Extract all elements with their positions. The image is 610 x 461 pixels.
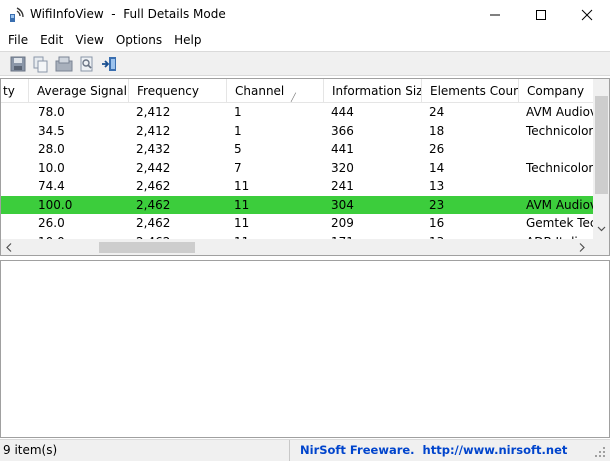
table-row[interactable]: 78.0 2,412 1 444 24 AVM Audiovi <box>1 103 594 122</box>
menu-view[interactable]: View <box>69 30 109 50</box>
cell-information-size: 241 <box>331 179 354 193</box>
exit-icon[interactable] <box>101 55 119 73</box>
cell-average-signal: 74.4 <box>38 179 65 193</box>
menu-options[interactable]: Options <box>110 30 168 50</box>
title-bar: WifiInfoView - Full Details Mode <box>0 0 610 30</box>
cell-elements-count: 23 <box>429 197 445 212</box>
scroll-right-icon[interactable] <box>578 242 586 253</box>
cell-company: Gemtek Tech <box>526 216 594 230</box>
minimize-button[interactable] <box>472 0 518 30</box>
cell-elements-count: 16 <box>429 216 445 230</box>
cell-frequency: 2,442 <box>136 160 171 175</box>
cell-company <box>517 140 594 158</box>
column-header-channel[interactable]: Channel ╱ <box>227 79 324 103</box>
cell-channel: 5 <box>234 142 242 156</box>
cell-information-size: 320 <box>331 160 354 175</box>
cell-elements-count: 24 <box>429 105 445 119</box>
vertical-scroll-thumb[interactable] <box>595 96 608 194</box>
table-row[interactable]: 28.0 2,432 5 441 26 <box>1 140 594 159</box>
column-header-security[interactable]: ty <box>1 79 29 103</box>
table-row-selected[interactable]: 100.0 2,462 11 304 23 AVM Audiovi <box>1 195 594 214</box>
scrollbar-corner <box>593 239 609 255</box>
cell-frequency: 2,462 <box>136 216 171 230</box>
table-row[interactable]: 10.0 2,442 7 320 14 Technicolor <box>1 159 594 178</box>
cell-average-signal: 28.0 <box>38 142 65 156</box>
table-row[interactable]: 34.5 2,412 1 366 18 Technicolor <box>1 122 594 141</box>
menu-file[interactable]: File <box>2 30 34 50</box>
horizontal-scrollbar[interactable] <box>1 239 593 255</box>
column-header-elements-count[interactable]: Elements Count <box>422 79 519 103</box>
column-header-frequency[interactable]: Frequency <box>129 79 227 103</box>
cell-company <box>517 177 594 195</box>
maximize-icon <box>536 10 546 20</box>
cell-company: Technicolor <box>526 123 594 138</box>
cell-channel: 1 <box>234 105 242 119</box>
cell-company: AVM Audiovi <box>526 197 594 212</box>
list-rows: 78.0 2,412 1 444 24 AVM Audiovi 34.5 2,4… <box>1 103 594 242</box>
cell-average-signal: 10.0 <box>38 160 65 175</box>
scroll-down-icon[interactable] <box>597 225 606 233</box>
cell-average-signal: 34.5 <box>38 123 65 138</box>
table-row[interactable]: 74.4 2,462 11 241 13 <box>1 177 594 196</box>
column-header-channel-label: Channel <box>235 84 285 98</box>
nirsoft-link[interactable]: NirSoft Freeware. http://www.nirsoft.net <box>300 440 567 461</box>
cell-average-signal: 78.0 <box>38 105 65 119</box>
close-icon <box>581 9 593 21</box>
cell-information-size: 441 <box>331 142 354 156</box>
status-bar: 9 item(s) NirSoft Freeware. http://www.n… <box>0 439 610 461</box>
cell-channel: 7 <box>234 160 242 175</box>
find-icon[interactable] <box>78 55 96 73</box>
vertical-scrollbar[interactable] <box>593 79 609 239</box>
cell-elements-count: 18 <box>429 123 445 138</box>
close-button[interactable] <box>564 0 610 30</box>
status-item-count: 9 item(s) <box>0 440 290 461</box>
sort-ascending-icon: ╱ <box>291 93 296 102</box>
cell-average-signal: 26.0 <box>38 216 65 230</box>
cell-elements-count: 26 <box>429 142 445 156</box>
cell-channel: 11 <box>234 197 250 212</box>
save-icon[interactable] <box>9 55 27 73</box>
toolbar <box>0 51 610 76</box>
wifi-info-app-icon <box>10 7 24 22</box>
cell-information-size: 209 <box>331 216 354 230</box>
cell-frequency: 2,462 <box>136 197 171 212</box>
window-title: WifiInfoView - Full Details Mode <box>30 7 226 21</box>
cell-frequency: 2,412 <box>136 105 171 119</box>
cell-elements-count: 14 <box>429 160 445 175</box>
list-header: ty Average Signal... Frequency Channel ╱… <box>1 79 594 103</box>
cell-company: AVM Audiovi <box>526 105 594 119</box>
table-row[interactable]: 26.0 2,462 11 209 16 Gemtek Tech <box>1 214 594 233</box>
menu-bar: File Edit View Options Help <box>0 30 610 50</box>
column-header-average-signal[interactable]: Average Signal... <box>29 79 129 103</box>
scroll-left-icon[interactable] <box>5 242 13 253</box>
menu-help[interactable]: Help <box>168 30 207 50</box>
networks-list[interactable]: ty Average Signal... Frequency Channel ╱… <box>0 78 610 256</box>
cell-channel: 11 <box>234 216 250 230</box>
column-header-information-size[interactable]: Information Size <box>324 79 422 103</box>
horizontal-scroll-thumb[interactable] <box>99 242 195 253</box>
cell-frequency: 2,432 <box>136 142 171 156</box>
cell-frequency: 2,412 <box>136 123 171 138</box>
cell-information-size: 444 <box>331 105 354 119</box>
cell-channel: 11 <box>234 179 250 193</box>
cell-frequency: 2,462 <box>136 179 171 193</box>
cell-information-size: 366 <box>331 123 354 138</box>
properties-icon[interactable] <box>55 55 73 73</box>
cell-channel: 1 <box>234 123 242 138</box>
details-pane[interactable] <box>0 260 610 438</box>
cell-elements-count: 13 <box>429 179 445 193</box>
menu-edit[interactable]: Edit <box>34 30 69 50</box>
cell-information-size: 304 <box>331 197 354 212</box>
maximize-button[interactable] <box>518 0 564 30</box>
minimize-icon <box>490 14 500 16</box>
cell-company: Technicolor <box>526 160 594 175</box>
copy-icon[interactable] <box>32 55 50 73</box>
column-header-company[interactable]: Company <box>519 79 599 103</box>
cell-average-signal: 100.0 <box>38 197 73 212</box>
resize-grip-icon[interactable] <box>594 446 606 458</box>
